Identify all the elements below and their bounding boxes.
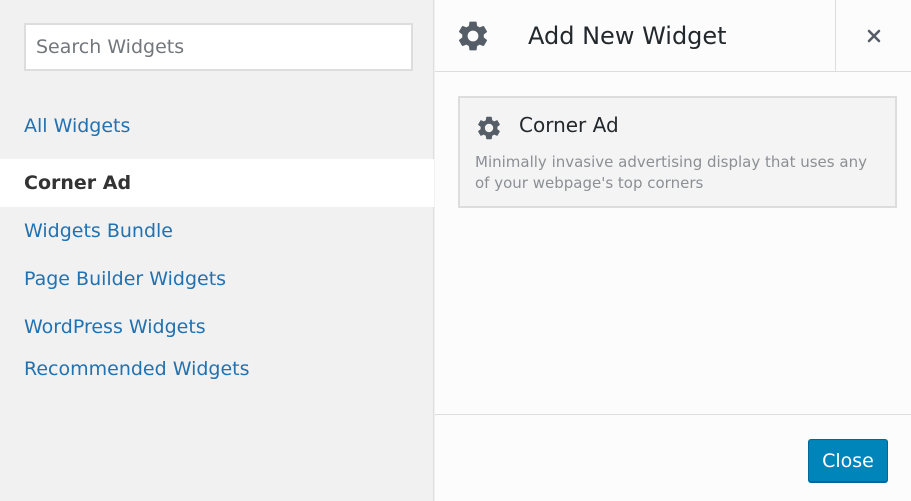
category-widgets-bundle[interactable]: Widgets Bundle	[0, 207, 434, 255]
gear-icon	[458, 21, 488, 51]
category-label: All Widgets	[24, 115, 131, 137]
category-label: Recommended Widgets	[24, 358, 250, 380]
close-dialog-button[interactable]	[835, 0, 911, 72]
search-input[interactable]	[24, 23, 413, 71]
category-label: Widgets Bundle	[24, 220, 173, 242]
category-all-widgets[interactable]: All Widgets	[0, 102, 434, 150]
category-label: Page Builder Widgets	[24, 268, 227, 290]
category-label: WordPress Widgets	[24, 316, 206, 338]
close-button[interactable]: Close	[808, 439, 888, 482]
dialog-footer: Close	[435, 414, 911, 501]
widget-sidebar: All Widgets Corner Ad Widgets Bundle Pag…	[0, 0, 434, 501]
dialog-title: Add New Widget	[528, 22, 727, 50]
category-label: Corner Ad	[24, 172, 132, 194]
widget-title: Corner Ad	[519, 113, 619, 137]
category-recommended-widgets[interactable]: Recommended Widgets	[0, 345, 434, 393]
category-wordpress-widgets[interactable]: WordPress Widgets	[0, 303, 434, 351]
dialog-header: Add New Widget	[435, 0, 911, 72]
widget-description: Minimally invasive advertising display t…	[475, 153, 867, 192]
category-page-builder-widgets[interactable]: Page Builder Widgets	[0, 255, 434, 303]
widget-card-corner-ad[interactable]: Corner Ad Minimally invasive advertising…	[458, 96, 897, 208]
widget-panel: Add New Widget Corner Ad Minimally invas…	[435, 0, 911, 501]
close-icon	[867, 29, 880, 43]
category-corner-ad[interactable]: Corner Ad	[0, 159, 434, 207]
gear-icon	[478, 116, 500, 140]
